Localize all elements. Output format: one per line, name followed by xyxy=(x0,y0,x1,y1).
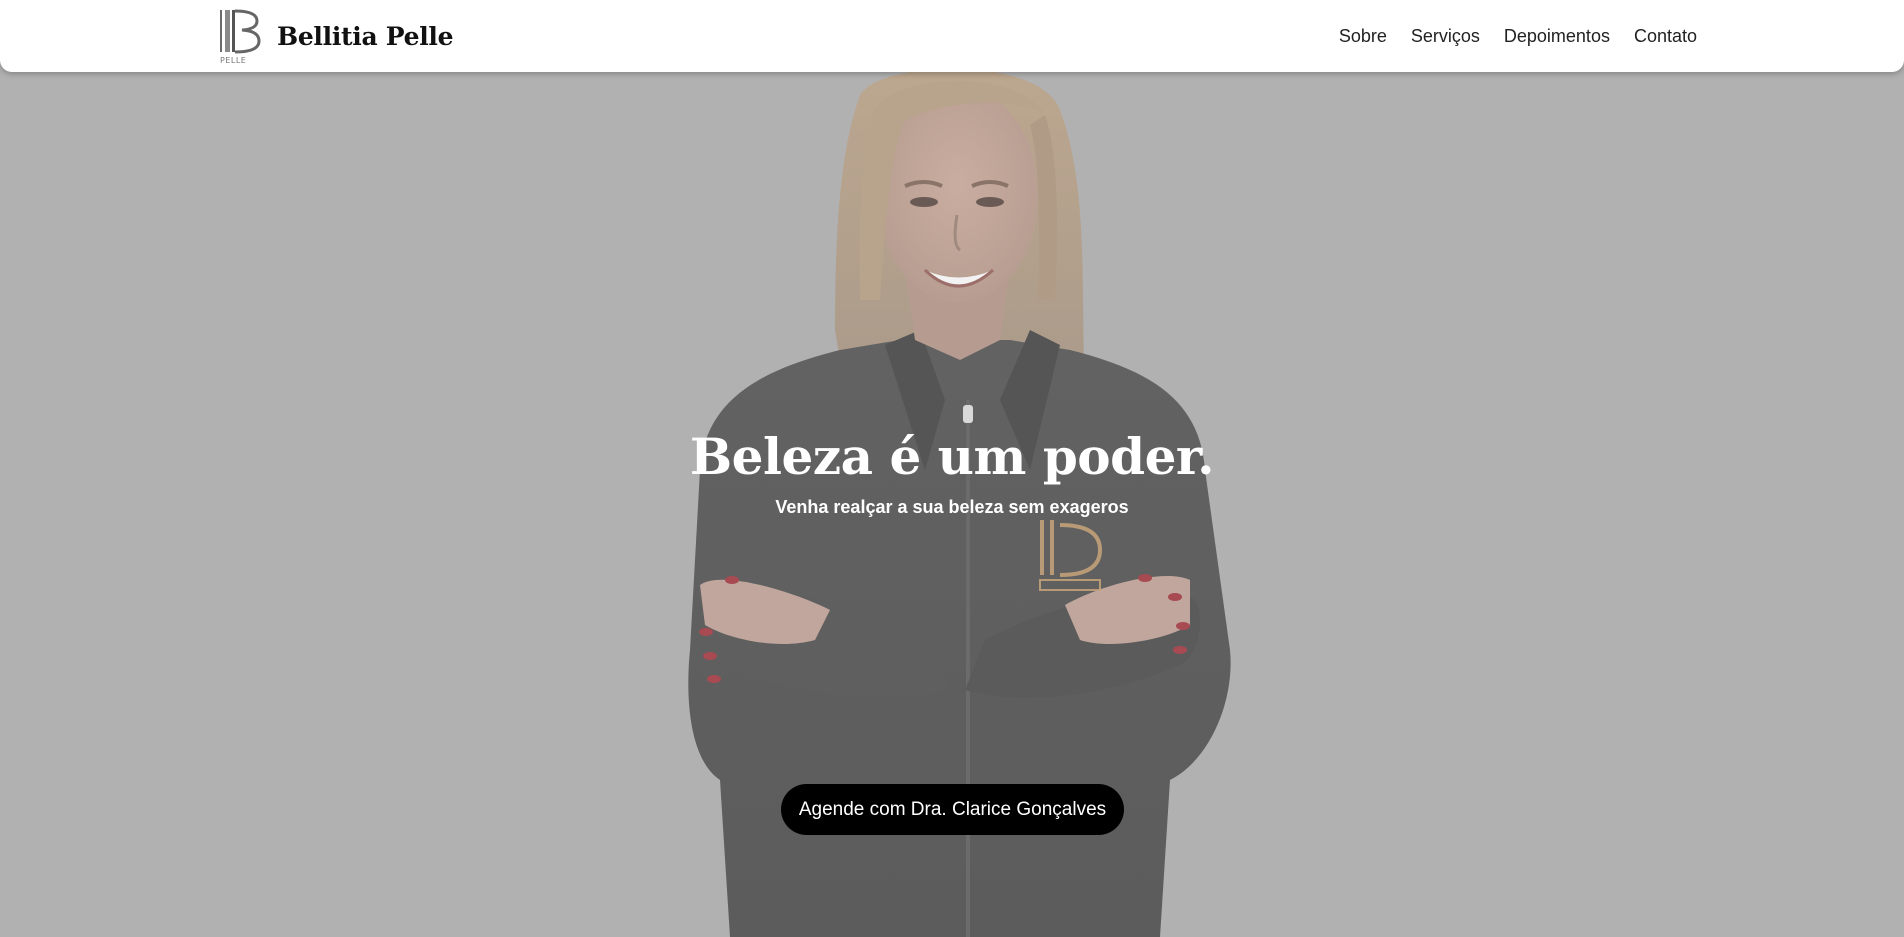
bellitia-pelle-logo-icon: PELLE xyxy=(220,9,261,64)
nav-link-depoimentos[interactable]: Depoimentos xyxy=(1504,26,1610,47)
hero-section: Beleza é um poder. Venha realçar a sua b… xyxy=(0,0,1904,937)
svg-text:PELLE: PELLE xyxy=(220,56,246,64)
navbar: PELLE Bellitia Pelle Sobre Serviços Depo… xyxy=(0,0,1904,72)
nav-link-servicos[interactable]: Serviços xyxy=(1411,26,1480,47)
brand-home-link[interactable]: PELLE Bellitia Pelle xyxy=(217,7,454,65)
page: Beleza é um poder. Venha realçar a sua b… xyxy=(0,0,1904,937)
nav-link-contato[interactable]: Contato xyxy=(1634,26,1697,47)
brand-name: Bellitia Pelle xyxy=(277,21,454,51)
main-nav: Sobre Serviços Depoimentos Contato xyxy=(1339,0,1697,72)
nav-link-sobre[interactable]: Sobre xyxy=(1339,26,1387,47)
hero-title: Beleza é um poder. xyxy=(689,427,1215,486)
hero-subtitle: Venha realçar a sua beleza sem exageros xyxy=(775,497,1129,517)
schedule-appointment-button[interactable]: Agende com Dra. Clarice Gonçalves xyxy=(781,784,1124,835)
